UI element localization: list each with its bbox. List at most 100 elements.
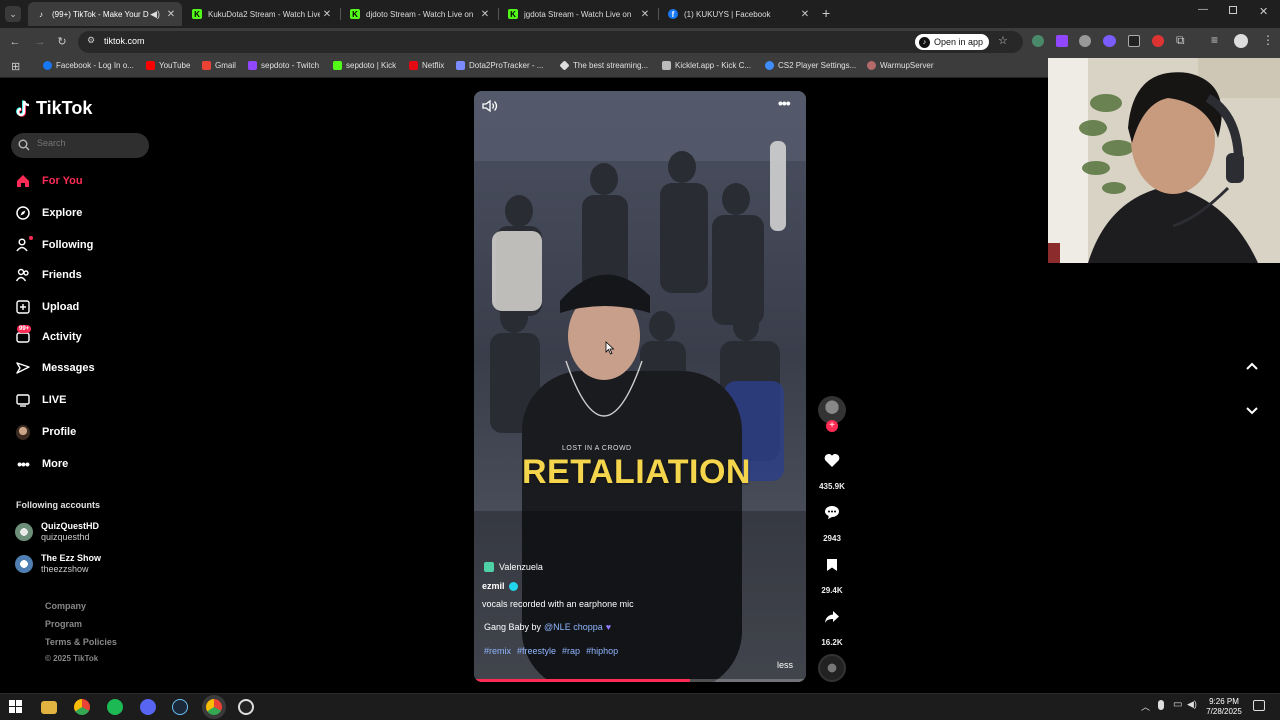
close-icon[interactable]: ✕ bbox=[798, 9, 812, 20]
bookmark-kick[interactable]: sepdoto | Kick bbox=[333, 61, 396, 70]
extension-icon[interactable] bbox=[1103, 35, 1116, 47]
nav-activity[interactable]: 99+ Activity bbox=[16, 325, 82, 346]
tab-label: djdoto Stream - Watch Live on bbox=[366, 9, 474, 19]
video-player[interactable]: LOST IN A CROWD RETALIATION ••• Valenzue… bbox=[474, 91, 806, 682]
share-icon[interactable] bbox=[824, 610, 840, 629]
steam-icon[interactable] bbox=[172, 699, 188, 715]
hashtag-link[interactable]: #remix bbox=[484, 646, 511, 656]
comment-icon[interactable] bbox=[824, 505, 840, 525]
media-control-icon[interactable]: ≡ bbox=[1211, 33, 1218, 47]
nav-profile[interactable]: Profile bbox=[16, 423, 76, 441]
discord-icon[interactable] bbox=[140, 699, 156, 715]
extension-icon[interactable] bbox=[1079, 35, 1091, 47]
bookmark-label: The best streaming... bbox=[573, 61, 649, 70]
tiktok-logo[interactable]: TikTok bbox=[16, 98, 92, 119]
reload-button[interactable]: ↻ bbox=[54, 34, 70, 50]
like-heart-icon[interactable] bbox=[824, 453, 840, 473]
author-name[interactable]: ezmil bbox=[482, 581, 518, 591]
tab-kukudota2[interactable]: K KukuDota2 Stream - Watch Live ✕ bbox=[184, 2, 338, 26]
volume-icon[interactable] bbox=[482, 99, 498, 118]
footer-link-terms[interactable]: Terms & Policies bbox=[45, 637, 117, 647]
hashtag-link[interactable]: #hiphop bbox=[586, 646, 618, 656]
bookmark-cs2[interactable]: CS2 Player Settings... bbox=[765, 61, 856, 70]
bookmark-warmupserver[interactable]: WarmupServer bbox=[867, 61, 934, 70]
extension-icon[interactable] bbox=[1128, 35, 1140, 47]
open-in-app-button[interactable]: ♪ Open in app bbox=[915, 34, 990, 50]
file-explorer-icon[interactable] bbox=[41, 701, 57, 714]
close-window-button[interactable]: ✕ bbox=[1259, 5, 1268, 18]
chrome-icon[interactable] bbox=[74, 699, 90, 715]
nav-explore[interactable]: Explore bbox=[16, 204, 82, 222]
more-options-icon[interactable]: ••• bbox=[778, 95, 791, 111]
notification-icon[interactable] bbox=[1253, 700, 1265, 711]
hashtag-link[interactable]: #freestyle bbox=[517, 646, 556, 656]
windows-start-icon[interactable] bbox=[9, 700, 22, 718]
location-tag[interactable]: Valenzuela bbox=[484, 562, 543, 572]
bookmark-gmail[interactable]: Gmail bbox=[202, 61, 236, 70]
menu-icon[interactable]: ⋮ bbox=[1262, 33, 1274, 47]
search-box[interactable] bbox=[11, 133, 149, 158]
chevron-up-icon[interactable] bbox=[1245, 358, 1259, 376]
microphone-icon[interactable] bbox=[1158, 700, 1164, 710]
tab-facebook[interactable]: f (1) KUKUYS | Facebook ✕ bbox=[660, 2, 816, 26]
extensions-puzzle-icon[interactable]: ⧉ bbox=[1176, 33, 1185, 48]
forward-button[interactable]: → bbox=[32, 34, 48, 50]
hashtag-link[interactable]: #rap bbox=[562, 646, 580, 656]
nav-more[interactable]: ••• More bbox=[16, 455, 68, 473]
footer-link-program[interactable]: Program bbox=[45, 619, 82, 629]
back-button[interactable]: ← bbox=[7, 34, 23, 50]
bookmark-streaming[interactable]: The best streaming... bbox=[559, 60, 649, 71]
bookmark-icon[interactable] bbox=[826, 558, 838, 577]
extension-icon[interactable] bbox=[1032, 35, 1044, 47]
close-icon[interactable]: ✕ bbox=[164, 9, 178, 20]
taskbar-clock[interactable]: 9:26 PM 7/28/2025 bbox=[1200, 697, 1248, 717]
nav-friends[interactable]: Friends bbox=[16, 266, 82, 284]
tab-search-button[interactable]: ⌄ bbox=[5, 6, 21, 22]
close-icon[interactable]: ✕ bbox=[638, 9, 652, 20]
bookmark-youtube[interactable]: YouTube bbox=[146, 61, 190, 70]
extension-icon[interactable] bbox=[1152, 35, 1164, 47]
follow-plus-button[interactable]: + bbox=[826, 420, 838, 432]
nav-live[interactable]: LIVE bbox=[16, 391, 66, 409]
spotify-icon[interactable] bbox=[107, 699, 123, 715]
music-info[interactable]: Gang Baby by @NLE choppa ♥ bbox=[484, 622, 611, 632]
site-info-icon[interactable]: ⚙ bbox=[87, 35, 95, 46]
profile-avatar[interactable] bbox=[1234, 34, 1248, 48]
account-item[interactable]: QuizQuestHD quizquesthd bbox=[15, 520, 99, 543]
network-icon[interactable]: ▭ bbox=[1173, 699, 1182, 710]
bookmark-kicklet[interactable]: Kicklet.app - Kick C... bbox=[662, 61, 751, 70]
nav-messages[interactable]: Messages bbox=[16, 359, 95, 377]
chevron-down-icon[interactable] bbox=[1245, 403, 1259, 421]
account-item[interactable]: The Ezz Show theezzshow bbox=[15, 552, 101, 575]
tray-chevron-icon[interactable]: ︿ bbox=[1141, 700, 1150, 713]
progress-track[interactable] bbox=[474, 679, 806, 682]
tiktok-icon: ♪ bbox=[39, 9, 43, 19]
bookmark-netflix[interactable]: Netflix bbox=[409, 61, 444, 70]
tab-jgdota[interactable]: K jgdota Stream - Watch Live on ✕ bbox=[500, 2, 656, 26]
bookmark-facebook[interactable]: Facebook - Log In o... bbox=[43, 61, 134, 70]
music-disc[interactable] bbox=[818, 654, 846, 682]
footer-link-company[interactable]: Company bbox=[45, 601, 86, 611]
bookmark-dota2protracker[interactable]: Dota2ProTracker - ... bbox=[456, 61, 543, 70]
bookmark-star-icon[interactable]: ☆ bbox=[998, 34, 1008, 47]
nav-following[interactable]: Following bbox=[16, 236, 93, 254]
speaker-icon[interactable]: ◀) bbox=[1187, 699, 1197, 710]
close-icon[interactable]: ✕ bbox=[320, 9, 334, 20]
tab-djdoto[interactable]: K djdoto Stream - Watch Live on ✕ bbox=[342, 2, 496, 26]
apps-grid-icon[interactable]: ⊞ bbox=[11, 60, 20, 73]
music-artist-link[interactable]: @NLE choppa bbox=[544, 622, 603, 632]
chrome-active-icon[interactable] bbox=[206, 699, 222, 715]
search-input[interactable] bbox=[37, 138, 142, 148]
minimize-button[interactable]: — bbox=[1198, 4, 1208, 15]
nav-upload[interactable]: Upload bbox=[16, 298, 79, 316]
nav-for-you[interactable]: For You bbox=[16, 172, 83, 190]
address-bar[interactable]: ⚙ tiktok.com ♪ Open in app ☆ bbox=[78, 31, 1023, 53]
obs-icon[interactable] bbox=[238, 699, 254, 715]
extension-icon[interactable] bbox=[1056, 35, 1068, 47]
less-button[interactable]: less bbox=[777, 660, 793, 670]
tab-tiktok[interactable]: ♪ (99+) TikTok - Make Your D ◀) ✕ bbox=[28, 2, 182, 26]
bookmark-twitch[interactable]: sepdoto - Twitch bbox=[248, 61, 319, 70]
close-icon[interactable]: ✕ bbox=[478, 9, 492, 20]
restore-button[interactable] bbox=[1229, 6, 1237, 14]
new-tab-button[interactable]: + bbox=[822, 5, 830, 21]
